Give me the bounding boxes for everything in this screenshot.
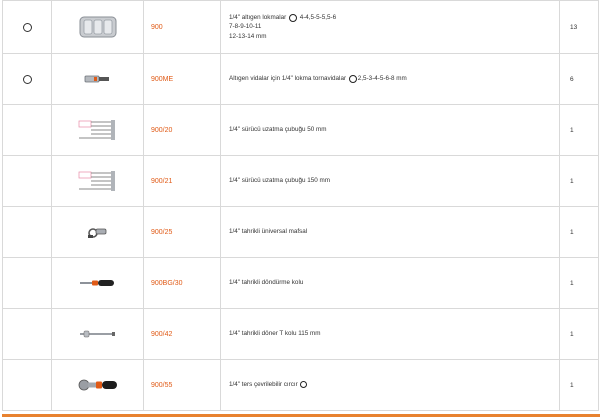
table-row: 900/21 1/4" sürücü uzatma çubuğu 150 mm … bbox=[2, 156, 599, 207]
table-row: 900/42 1/4" tahrikli döner T kolu 115 mm… bbox=[2, 309, 599, 360]
table-row: 900/55 1/4" ters çevrilebilir cırcır 1 bbox=[2, 360, 599, 411]
product-code: 900BG/30 bbox=[144, 258, 221, 308]
universal-joint-icon bbox=[87, 228, 106, 238]
product-code: 900/21 bbox=[144, 156, 221, 206]
product-quantity: 1 bbox=[560, 156, 599, 206]
product-description: 1/4" sürücü uzatma çubuğu 50 mm bbox=[221, 105, 560, 155]
row-select-cell bbox=[2, 207, 52, 257]
product-code: 900/42 bbox=[144, 309, 221, 359]
extension-bar-icon bbox=[78, 120, 115, 140]
table-row: 900/25 1/4" tahrikli üniversal mafsal 1 bbox=[2, 207, 599, 258]
hex-socket-icon bbox=[348, 74, 357, 83]
product-image-cell bbox=[52, 105, 144, 155]
row-select-cell bbox=[2, 360, 52, 410]
desc-text: 1/4" altıgen lokmalar bbox=[229, 14, 287, 22]
extension-bar-icon bbox=[78, 171, 115, 191]
desc-text: 1/4" tahrikli döndürme kolu bbox=[229, 279, 304, 287]
product-quantity: 1 bbox=[560, 360, 599, 410]
spinner-handle-icon bbox=[79, 280, 114, 286]
row-select-cell bbox=[2, 258, 52, 308]
row-select-cell bbox=[2, 105, 52, 155]
product-image-cell bbox=[52, 258, 144, 308]
product-code: 900 bbox=[144, 1, 221, 53]
product-description: 1/4" tahrikli döner T kolu 115 mm bbox=[221, 309, 560, 359]
row-select-cell bbox=[2, 156, 52, 206]
product-code: 900/25 bbox=[144, 207, 221, 257]
product-quantity: 1 bbox=[560, 258, 599, 308]
product-description: 1/4" tahrikli üniversal mafsal bbox=[221, 207, 560, 257]
row-select-cell[interactable] bbox=[2, 54, 52, 104]
desc-text: 12-13-14 mm bbox=[229, 32, 267, 40]
product-description: 1/4" sürücü uzatma çubuğu 150 mm bbox=[221, 156, 560, 206]
table-row: 900BG/30 1/4" tahrikli döndürme kolu 1 bbox=[2, 258, 599, 309]
desc-text: 1/4" sürücü uzatma çubuğu 50 mm bbox=[229, 126, 327, 134]
parts-table: 900 1/4" altıgen lokmalar 4-4,5-5-5,5-6 … bbox=[2, 0, 600, 417]
desc-text: 7-8-9-10-11 bbox=[229, 23, 262, 31]
row-select-cell[interactable] bbox=[2, 1, 52, 53]
product-image-cell bbox=[52, 156, 144, 206]
product-description: Altıgen vidalar için 1/4" lokma tornavid… bbox=[221, 54, 560, 104]
desc-text: 2,5-3-4-5-6-8 mm bbox=[357, 75, 407, 83]
product-code: 900/20 bbox=[144, 105, 221, 155]
t-handle-icon bbox=[79, 330, 115, 338]
desc-text: 1/4" sürücü uzatma çubuğu 150 mm bbox=[229, 177, 330, 185]
hex-socket-icon bbox=[288, 13, 297, 22]
product-image-cell bbox=[52, 54, 144, 104]
table-row: 900 1/4" altıgen lokmalar 4-4,5-5-5,5-6 … bbox=[2, 1, 599, 54]
desc-text: 1/4" ters çevrilebilir cırcır bbox=[229, 381, 298, 389]
table-row: 900/20 1/4" sürücü uzatma çubuğu 50 mm 1 bbox=[2, 105, 599, 156]
product-description: 1/4" altıgen lokmalar 4-4,5-5-5,5-6 7-8-… bbox=[221, 1, 560, 53]
product-quantity: 1 bbox=[560, 309, 599, 359]
row-select-cell bbox=[2, 309, 52, 359]
socket-icon bbox=[79, 16, 116, 38]
accent-bar bbox=[2, 414, 600, 417]
desc-text: 1/4" tahrikli döner T kolu 115 mm bbox=[229, 330, 321, 338]
product-code: 900ME bbox=[144, 54, 221, 104]
desc-text: 1/4" tahrikli üniversal mafsal bbox=[229, 228, 308, 236]
product-quantity: 13 bbox=[560, 1, 599, 53]
product-image-cell bbox=[52, 207, 144, 257]
product-quantity: 1 bbox=[560, 105, 599, 155]
ratchet-icon bbox=[78, 379, 117, 391]
product-image-cell bbox=[52, 1, 144, 53]
product-description: 1/4" tahrikli döndürme kolu bbox=[221, 258, 560, 308]
desc-text: 4-4,5-5-5,5-6 bbox=[299, 14, 337, 22]
row-select-radio[interactable] bbox=[22, 22, 32, 32]
desc-text: Altıgen vidalar için 1/4" lokma tornavid… bbox=[229, 75, 347, 83]
table-row: 900ME Altıgen vidalar için 1/4" lokma to… bbox=[2, 54, 599, 105]
reversible-ratchet-icon bbox=[300, 381, 308, 389]
row-select-radio[interactable] bbox=[22, 74, 32, 84]
product-description: 1/4" ters çevrilebilir cırcır bbox=[221, 360, 560, 410]
product-quantity: 6 bbox=[560, 54, 599, 104]
screwdriver-bit-socket-icon bbox=[84, 75, 109, 83]
product-code: 900/55 bbox=[144, 360, 221, 410]
product-image-cell bbox=[52, 360, 144, 410]
product-quantity: 1 bbox=[560, 207, 599, 257]
product-image-cell bbox=[52, 309, 144, 359]
